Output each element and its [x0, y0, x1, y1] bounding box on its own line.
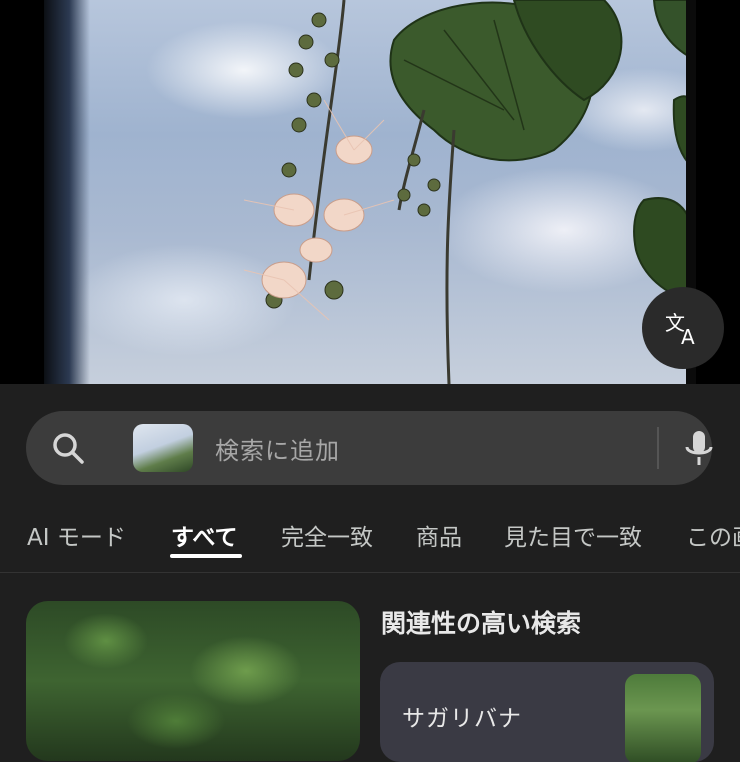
related-search-label: サガリバナ	[402, 706, 522, 732]
search-icon[interactable]	[50, 430, 86, 466]
tabs-divider	[0, 572, 740, 573]
tab-all[interactable]: すべて	[171, 518, 237, 552]
result-image[interactable]	[26, 601, 360, 761]
related-searches-title: 関連性の高い検索	[381, 609, 582, 638]
tab-ai-mode[interactable]: AI モード	[27, 518, 126, 552]
filter-tabs: AI モード すべて 完全一致 商品 見た目で一致 この画	[0, 508, 740, 572]
translate-button[interactable]: 文 A	[642, 287, 724, 369]
flowering-tree-photo	[44, 0, 696, 384]
plant-illustration	[243, 0, 696, 384]
search-input[interactable]: 検索に追加	[215, 431, 340, 466]
related-search-thumbnail	[625, 674, 701, 762]
tab-visual-match[interactable]: 見た目で一致	[504, 518, 642, 552]
search-bar[interactable]: 検索に追加	[26, 411, 713, 485]
translate-icon: 文 A	[665, 311, 695, 348]
search-divider	[657, 427, 659, 469]
svg-text:A: A	[681, 325, 695, 348]
query-image-thumbnail[interactable]	[133, 424, 193, 472]
active-tab-indicator	[170, 554, 242, 558]
related-search-card[interactable]: サガリバナ	[380, 662, 714, 762]
results-sheet: 検索に追加 AI モード すべて 完全一致 商品 見た目で一致 この画 関連性の…	[0, 384, 740, 762]
photo-area: 文 A	[0, 0, 740, 384]
tab-products[interactable]: 商品	[416, 518, 462, 552]
tab-exact-match[interactable]: 完全一致	[281, 518, 373, 552]
mic-icon[interactable]	[682, 429, 716, 469]
tab-this-image[interactable]: この画	[686, 518, 740, 552]
